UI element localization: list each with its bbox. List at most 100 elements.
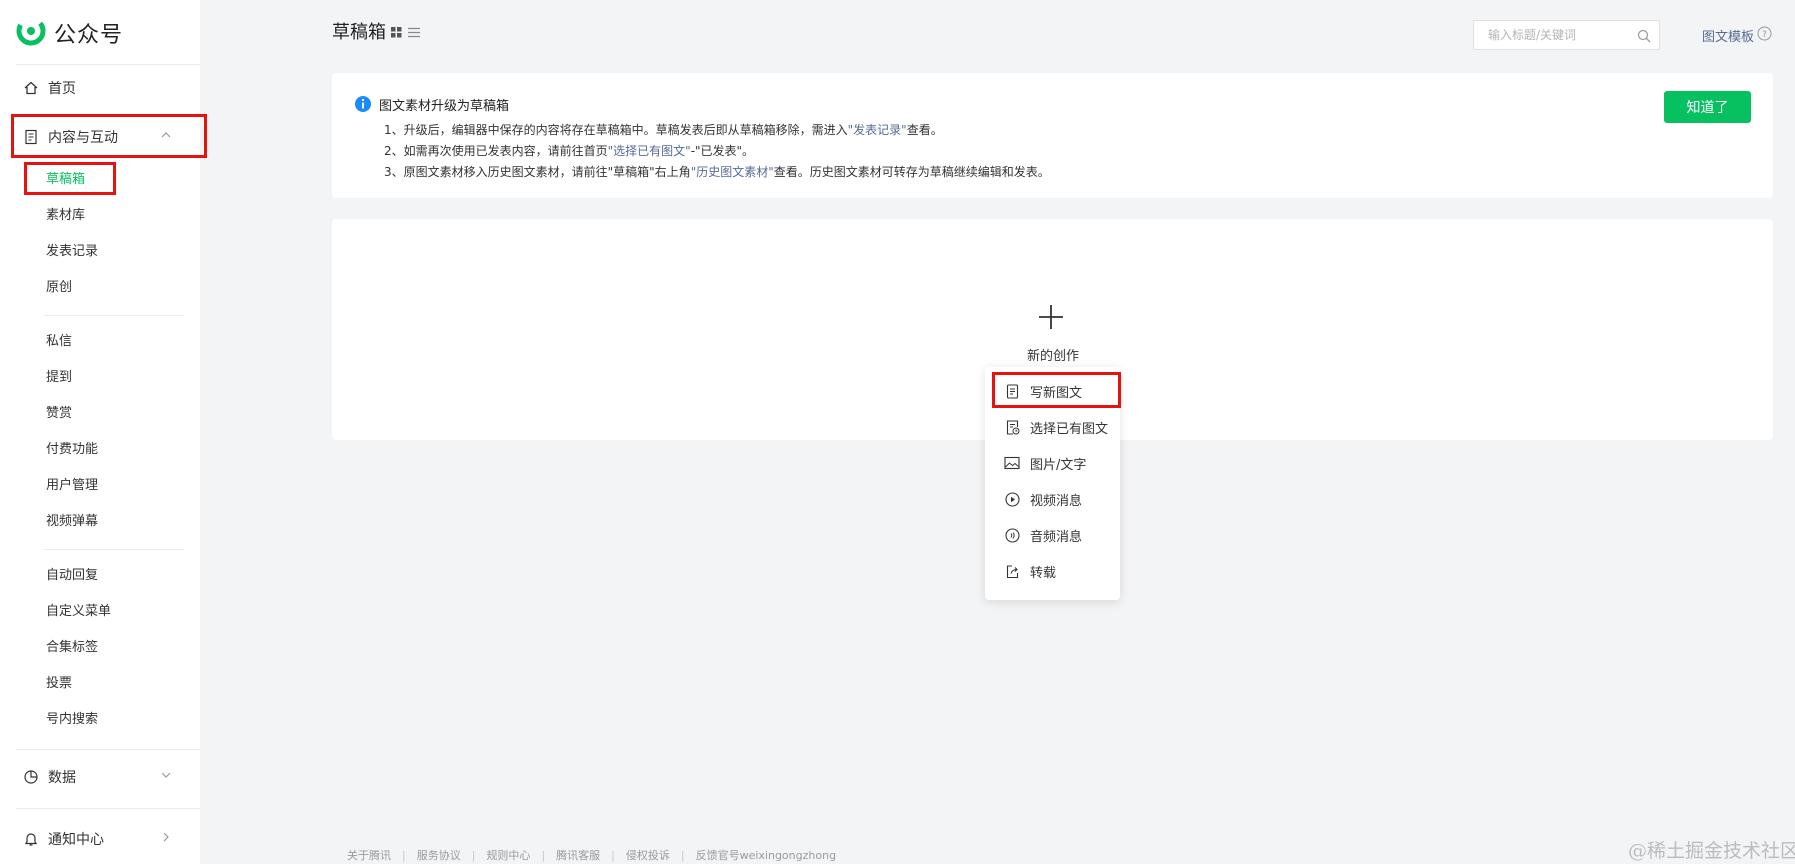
page-title: 草稿箱 <box>332 22 386 43</box>
sidebar-item-messages[interactable]: 私信 <box>46 331 72 353</box>
history-materials-link[interactable]: "历史图文素材" <box>691 165 774 179</box>
notice-text: 3、原图文素材移入历史图文素材，请前往"草稿箱"右上角 <box>384 165 691 179</box>
notice-text: 2、如需再次使用已发表内容，请前往首页 <box>384 144 608 158</box>
pie-chart-icon <box>20 766 42 788</box>
notice-text: -"已发表"。 <box>690 144 755 158</box>
footer-link[interactable]: 侵权投诉 <box>626 847 670 863</box>
wechat-logo-icon <box>16 16 46 50</box>
menu-item-label: 视频消息 <box>1030 493 1083 509</box>
play-icon <box>1003 490 1021 508</box>
document-icon <box>20 126 42 148</box>
notice-text: 查看。历史图文素材可转存为草稿继续编辑和发表。 <box>773 165 1050 179</box>
menu-item-label: 图片/文字 <box>1030 457 1087 473</box>
sidebar-item-collections[interactable]: 合集标签 <box>46 637 98 659</box>
divider <box>16 808 200 809</box>
svg-text:?: ? <box>1762 30 1767 40</box>
notice-text: 查看。 <box>906 123 943 137</box>
app-name: 公众号 <box>54 23 124 48</box>
nav-content-label: 内容与互动 <box>48 130 118 146</box>
search-input[interactable] <box>1474 21 1624 49</box>
notice-line-1: 1、升级后，编辑器中保存的内容将存在草稿箱中。草稿发表后即从草稿箱移除，需进入"… <box>384 121 943 138</box>
nav-home-label: 首页 <box>48 81 76 97</box>
footer-link[interactable]: 反馈官号weixingongzhong <box>696 847 836 863</box>
view-toggle <box>391 23 420 42</box>
audio-icon <box>1003 526 1021 544</box>
footer: 关于腾讯 | 服务协议 | 规则中心 | 腾讯客服 | 侵权投诉 | 反馈官号weixin… <box>347 847 836 863</box>
sidebar-item-rewards[interactable]: 赞赏 <box>46 403 72 425</box>
sidebar-item-custom-menu[interactable]: 自定义菜单 <box>46 601 111 623</box>
nav-data-label: 数据 <box>48 770 76 786</box>
got-it-button[interactable]: 知道了 <box>1664 91 1751 123</box>
sidebar-item-original[interactable]: 原创 <box>46 277 72 299</box>
image-icon <box>1003 454 1021 472</box>
notice-text: 1、升级后，编辑器中保存的内容将存在草稿箱中。草稿发表后即从草稿箱移除，需进入 <box>384 123 848 137</box>
footer-link[interactable]: 服务协议 <box>417 847 461 863</box>
template-link-label: 图文模板 <box>1702 30 1755 45</box>
select-existing-link[interactable]: "选择已有图文" <box>608 144 691 158</box>
nav-data-group[interactable]: 数据 <box>12 761 204 793</box>
search-box <box>1473 20 1660 50</box>
nav-notice-center[interactable]: 通知中心 <box>12 823 204 855</box>
divider <box>44 315 184 316</box>
menu-item-video[interactable]: 视频消息 <box>1003 486 1082 512</box>
sidebar-item-search[interactable]: 号内搜索 <box>46 709 98 731</box>
sidebar-item-danmaku[interactable]: 视频弹幕 <box>46 511 98 533</box>
divider <box>16 64 200 65</box>
sidebar: 公众号 首页 内容与互动 草稿箱 素材库 发表记录 原创 私信 提到 赞赏 付费… <box>0 0 200 864</box>
home-icon <box>20 77 42 99</box>
menu-item-label: 写新图文 <box>1030 385 1083 401</box>
bell-icon <box>20 828 42 850</box>
sidebar-item-auto-reply[interactable]: 自动回复 <box>46 565 98 587</box>
plus-icon[interactable] <box>1038 304 1064 334</box>
divider: | <box>680 848 685 862</box>
menu-item-label: 转载 <box>1030 565 1057 581</box>
document-clock-icon <box>1003 418 1021 436</box>
watermark: @稀土掘金技术社区 <box>1628 840 1795 862</box>
menu-item-label: 选择已有图文 <box>1030 421 1109 437</box>
divider <box>44 549 184 550</box>
publish-records-link[interactable]: "发表记录" <box>848 123 907 137</box>
nav-content-group[interactable]: 内容与互动 <box>12 121 204 153</box>
divider: | <box>471 848 476 862</box>
sidebar-item-users[interactable]: 用户管理 <box>46 475 98 497</box>
footer-link[interactable]: 规则中心 <box>486 847 530 863</box>
chevron-right-icon <box>160 831 172 847</box>
new-creation-label[interactable]: 新的创作 <box>1027 345 1079 364</box>
chevron-down-icon <box>160 769 172 785</box>
grid-view-icon[interactable] <box>391 23 402 42</box>
notice-card: 图文素材升级为草稿箱 1、升级后，编辑器中保存的内容将存在草稿箱中。草稿发表后即… <box>332 73 1773 198</box>
info-icon <box>354 95 372 117</box>
divider: | <box>611 848 615 862</box>
search-icon[interactable] <box>1637 28 1651 47</box>
menu-item-select-existing[interactable]: 选择已有图文 <box>1003 414 1108 440</box>
share-icon <box>1003 562 1021 580</box>
notice-line-3: 3、原图文素材移入历史图文素材，请前往"草稿箱"右上角"历史图文素材"查看。历史… <box>384 163 1050 180</box>
menu-item-label: 音频消息 <box>1030 529 1083 545</box>
menu-item-audio[interactable]: 音频消息 <box>1003 522 1082 548</box>
notice-title: 图文素材升级为草稿箱 <box>379 99 510 114</box>
sidebar-item-drafts[interactable]: 草稿箱 <box>46 169 85 191</box>
sidebar-item-publish-records[interactable]: 发表记录 <box>46 241 98 263</box>
new-creation-menu: 写新图文 选择已有图文 图片/文字 视频消息 音频消息 转载 <box>985 367 1120 600</box>
divider: | <box>402 848 406 862</box>
app-logo[interactable]: 公众号 <box>16 16 123 50</box>
sidebar-item-paid[interactable]: 付费功能 <box>46 439 98 461</box>
template-link[interactable]: 图文模板 ? <box>1702 26 1772 45</box>
footer-link[interactable]: 关于腾讯 <box>347 847 391 863</box>
sidebar-item-vote[interactable]: 投票 <box>46 673 72 695</box>
nav-notice-label: 通知中心 <box>48 832 104 848</box>
document-icon <box>1003 382 1021 400</box>
menu-item-write-article[interactable]: 写新图文 <box>1003 378 1082 404</box>
nav-home[interactable]: 首页 <box>12 72 204 104</box>
sidebar-item-materials[interactable]: 素材库 <box>46 205 85 227</box>
divider <box>16 749 200 750</box>
divider: | <box>541 848 546 862</box>
notice-line-2: 2、如需再次使用已发表内容，请前往首页"选择已有图文"-"已发表"。 <box>384 142 754 159</box>
chevron-up-icon <box>160 129 172 145</box>
menu-item-image-text[interactable]: 图片/文字 <box>1003 450 1086 476</box>
help-icon[interactable]: ? <box>1757 26 1772 45</box>
menu-item-repost[interactable]: 转载 <box>1003 558 1056 584</box>
footer-link[interactable]: 腾讯客服 <box>556 847 600 863</box>
sidebar-item-mentions[interactable]: 提到 <box>46 367 72 389</box>
list-view-icon[interactable] <box>408 23 420 42</box>
